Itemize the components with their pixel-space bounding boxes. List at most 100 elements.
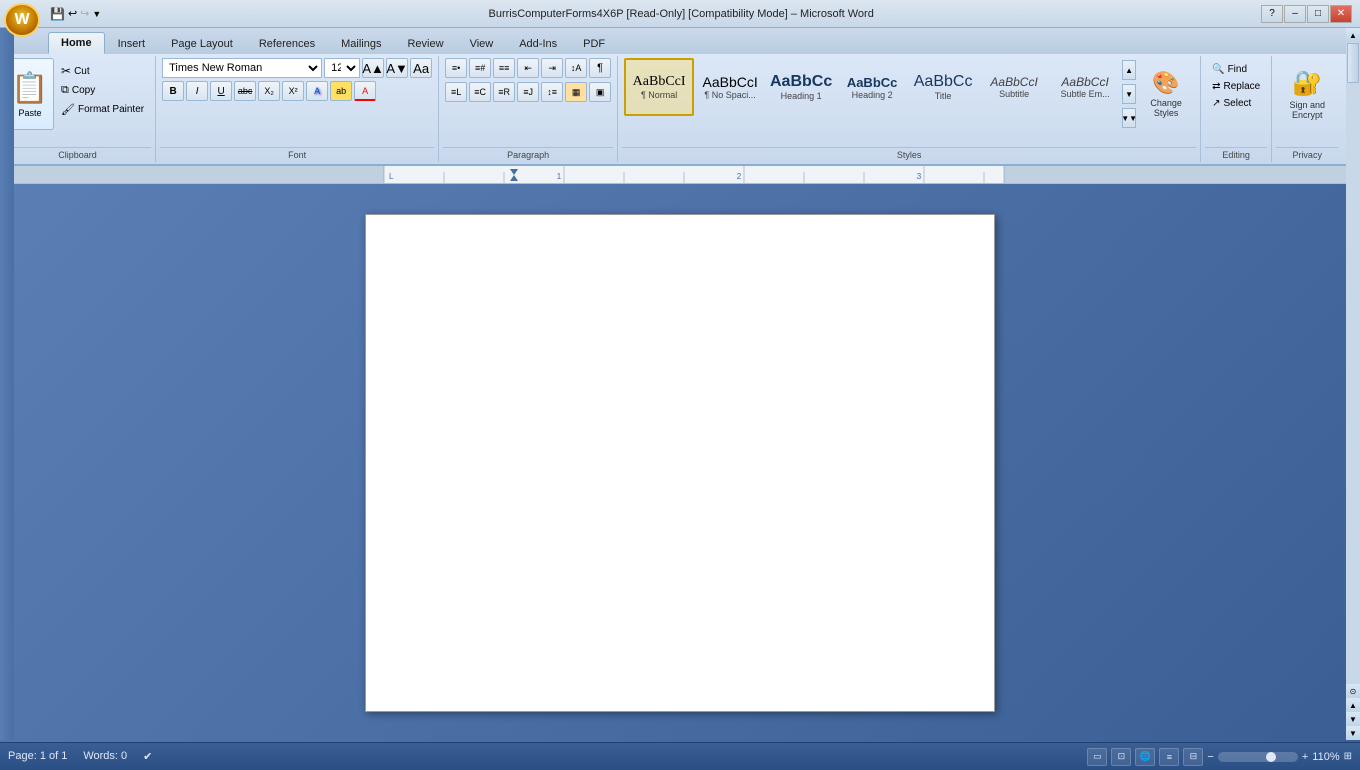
style-heading1[interactable]: AaBbCc Heading 1: [766, 58, 836, 116]
style-subtle-em[interactable]: AaBbCcI Subtle Em...: [1050, 58, 1120, 116]
select-button[interactable]: ↗ Select: [1207, 96, 1265, 111]
zoom-level[interactable]: 110%: [1312, 751, 1339, 763]
style-normal[interactable]: AaBbCcI ¶ Normal: [624, 58, 694, 116]
bullets-button[interactable]: ≡•: [445, 58, 467, 78]
style-no-spacing[interactable]: AaBbCcI ¶ No Spaci...: [695, 58, 765, 116]
styles-scroll-up[interactable]: ▲: [1122, 60, 1136, 80]
zoom-fit-button[interactable]: ⊞: [1344, 751, 1352, 762]
style-title[interactable]: AaBbCc Title: [908, 58, 978, 116]
sort-button[interactable]: ↕A: [565, 58, 587, 78]
font-name-select[interactable]: Times New Roman: [162, 58, 322, 78]
tab-add-ins[interactable]: Add-Ins: [506, 32, 570, 54]
style-heading1-preview: AaBbCc: [770, 73, 832, 91]
office-button[interactable]: W: [4, 3, 40, 37]
strikethrough-button[interactable]: abc: [234, 81, 256, 101]
replace-button[interactable]: ⇄ Replace: [1207, 79, 1265, 94]
ruler-svg: 1 2 3 L: [14, 166, 1354, 184]
justify-button[interactable]: ≡J: [517, 82, 539, 102]
left-margin: [0, 28, 14, 740]
shading-button[interactable]: ▦: [565, 82, 587, 102]
maximize-button[interactable]: □: [1307, 5, 1329, 23]
save-icon[interactable]: 💾: [50, 7, 65, 21]
redo-icon[interactable]: ↪: [80, 7, 89, 20]
decrease-indent-button[interactable]: ⇤: [517, 58, 539, 78]
borders-button[interactable]: ▣: [589, 82, 611, 102]
zoom-out-button[interactable]: −: [1207, 751, 1213, 763]
zoom-slider[interactable]: [1218, 752, 1298, 762]
undo-icon[interactable]: ↩: [68, 7, 77, 20]
full-screen-view-button[interactable]: ⊡: [1111, 748, 1131, 766]
close-button[interactable]: ✕: [1330, 5, 1352, 23]
show-formatting-button[interactable]: ¶: [589, 58, 611, 78]
superscript-button[interactable]: X²: [282, 81, 304, 101]
scroll-down-button[interactable]: ▼: [1346, 726, 1360, 740]
format-painter-button[interactable]: 🖌 Format Painter: [56, 101, 149, 118]
document-page[interactable]: [365, 214, 995, 712]
tab-mailings[interactable]: Mailings: [328, 32, 394, 54]
scroll-up-button[interactable]: ▲: [1346, 28, 1360, 42]
tab-page-layout[interactable]: Page Layout: [158, 32, 246, 54]
style-subtle-em-label: Subtle Em...: [1061, 89, 1110, 99]
tab-review[interactable]: Review: [394, 32, 456, 54]
styles-scroll-controls: ▲ ▼ ▼▼: [1122, 58, 1136, 130]
spellcheck-icon[interactable]: ✔: [143, 750, 152, 763]
sign-encrypt-button[interactable]: 🔐 Sign and Encrypt: [1278, 58, 1336, 130]
tab-view[interactable]: View: [457, 32, 507, 54]
align-right-button[interactable]: ≡R: [493, 82, 515, 102]
tab-pdf[interactable]: PDF: [570, 32, 618, 54]
zoom-thumb[interactable]: [1266, 752, 1276, 762]
paste-label: Paste: [18, 108, 41, 118]
increase-font-button[interactable]: A▲: [362, 58, 384, 78]
styles-label: Styles: [622, 147, 1196, 162]
tab-insert[interactable]: Insert: [105, 32, 159, 54]
text-effects-button[interactable]: A: [306, 81, 328, 101]
find-button[interactable]: 🔍 Find: [1207, 62, 1265, 77]
tab-references[interactable]: References: [246, 32, 328, 54]
styles-gallery: AaBbCcI ¶ Normal AaBbCcI ¶ No Spaci... A…: [624, 58, 1120, 116]
font-size-select[interactable]: 12: [324, 58, 360, 78]
help-icon[interactable]: ?: [1261, 5, 1283, 23]
bold-button[interactable]: B: [162, 81, 184, 101]
styles-scroll-down[interactable]: ▼: [1122, 84, 1136, 104]
multilevel-list-button[interactable]: ≡≡: [493, 58, 515, 78]
subscript-button[interactable]: X₂: [258, 81, 280, 101]
copy-icon: ⧉: [61, 84, 69, 97]
decrease-font-button[interactable]: A▼: [386, 58, 408, 78]
editing-label: Editing: [1205, 147, 1267, 162]
italic-button[interactable]: I: [186, 81, 208, 101]
text-highlight-button[interactable]: ab: [330, 81, 352, 101]
clear-formatting-button[interactable]: Aa: [410, 58, 432, 78]
tab-home[interactable]: Home: [48, 32, 105, 54]
copy-button[interactable]: ⧉ Copy: [56, 82, 149, 99]
svg-text:3: 3: [917, 172, 922, 181]
outline-view-button[interactable]: ≡: [1159, 748, 1179, 766]
increase-indent-button[interactable]: ⇥: [541, 58, 563, 78]
font-color-button[interactable]: A: [354, 81, 376, 101]
scroll-thumb[interactable]: [1347, 43, 1359, 83]
line-spacing-button[interactable]: ↕≡: [541, 82, 563, 102]
scroll-to-start-button[interactable]: ⊙: [1346, 684, 1360, 698]
style-no-spacing-label: ¶ No Spaci...: [704, 90, 755, 100]
print-layout-view-button[interactable]: ▭: [1087, 748, 1107, 766]
align-center-button[interactable]: ≡C: [469, 82, 491, 102]
zoom-in-button[interactable]: +: [1302, 751, 1308, 763]
scroll-track[interactable]: [1346, 42, 1360, 684]
cut-button[interactable]: ✂ Cut: [56, 62, 149, 80]
style-heading2-label: Heading 2: [852, 90, 893, 100]
align-left-button[interactable]: ≡L: [445, 82, 467, 102]
web-layout-view-button[interactable]: 🌐: [1135, 748, 1155, 766]
numbering-button[interactable]: ≡#: [469, 58, 491, 78]
customize-icon[interactable]: ▼: [92, 9, 101, 19]
ribbon: Home Insert Page Layout References Maili…: [0, 28, 1360, 166]
style-subtitle[interactable]: AaBbCcI Subtitle: [979, 58, 1049, 116]
style-subtitle-label: Subtitle: [999, 89, 1029, 99]
draft-view-button[interactable]: ⊟: [1183, 748, 1203, 766]
scroll-next-button[interactable]: ▼: [1346, 712, 1360, 726]
vertical-scrollbar[interactable]: ▲ ⊙ ▲ ▼ ▼: [1346, 28, 1360, 740]
scroll-prev-button[interactable]: ▲: [1346, 698, 1360, 712]
underline-button[interactable]: U: [210, 81, 232, 101]
change-styles-button[interactable]: 🎨 Change Styles: [1138, 58, 1194, 130]
minimize-button[interactable]: –: [1284, 5, 1306, 23]
styles-more-button[interactable]: ▼▼: [1122, 108, 1136, 128]
style-heading2[interactable]: AaBbCc Heading 2: [837, 58, 907, 116]
